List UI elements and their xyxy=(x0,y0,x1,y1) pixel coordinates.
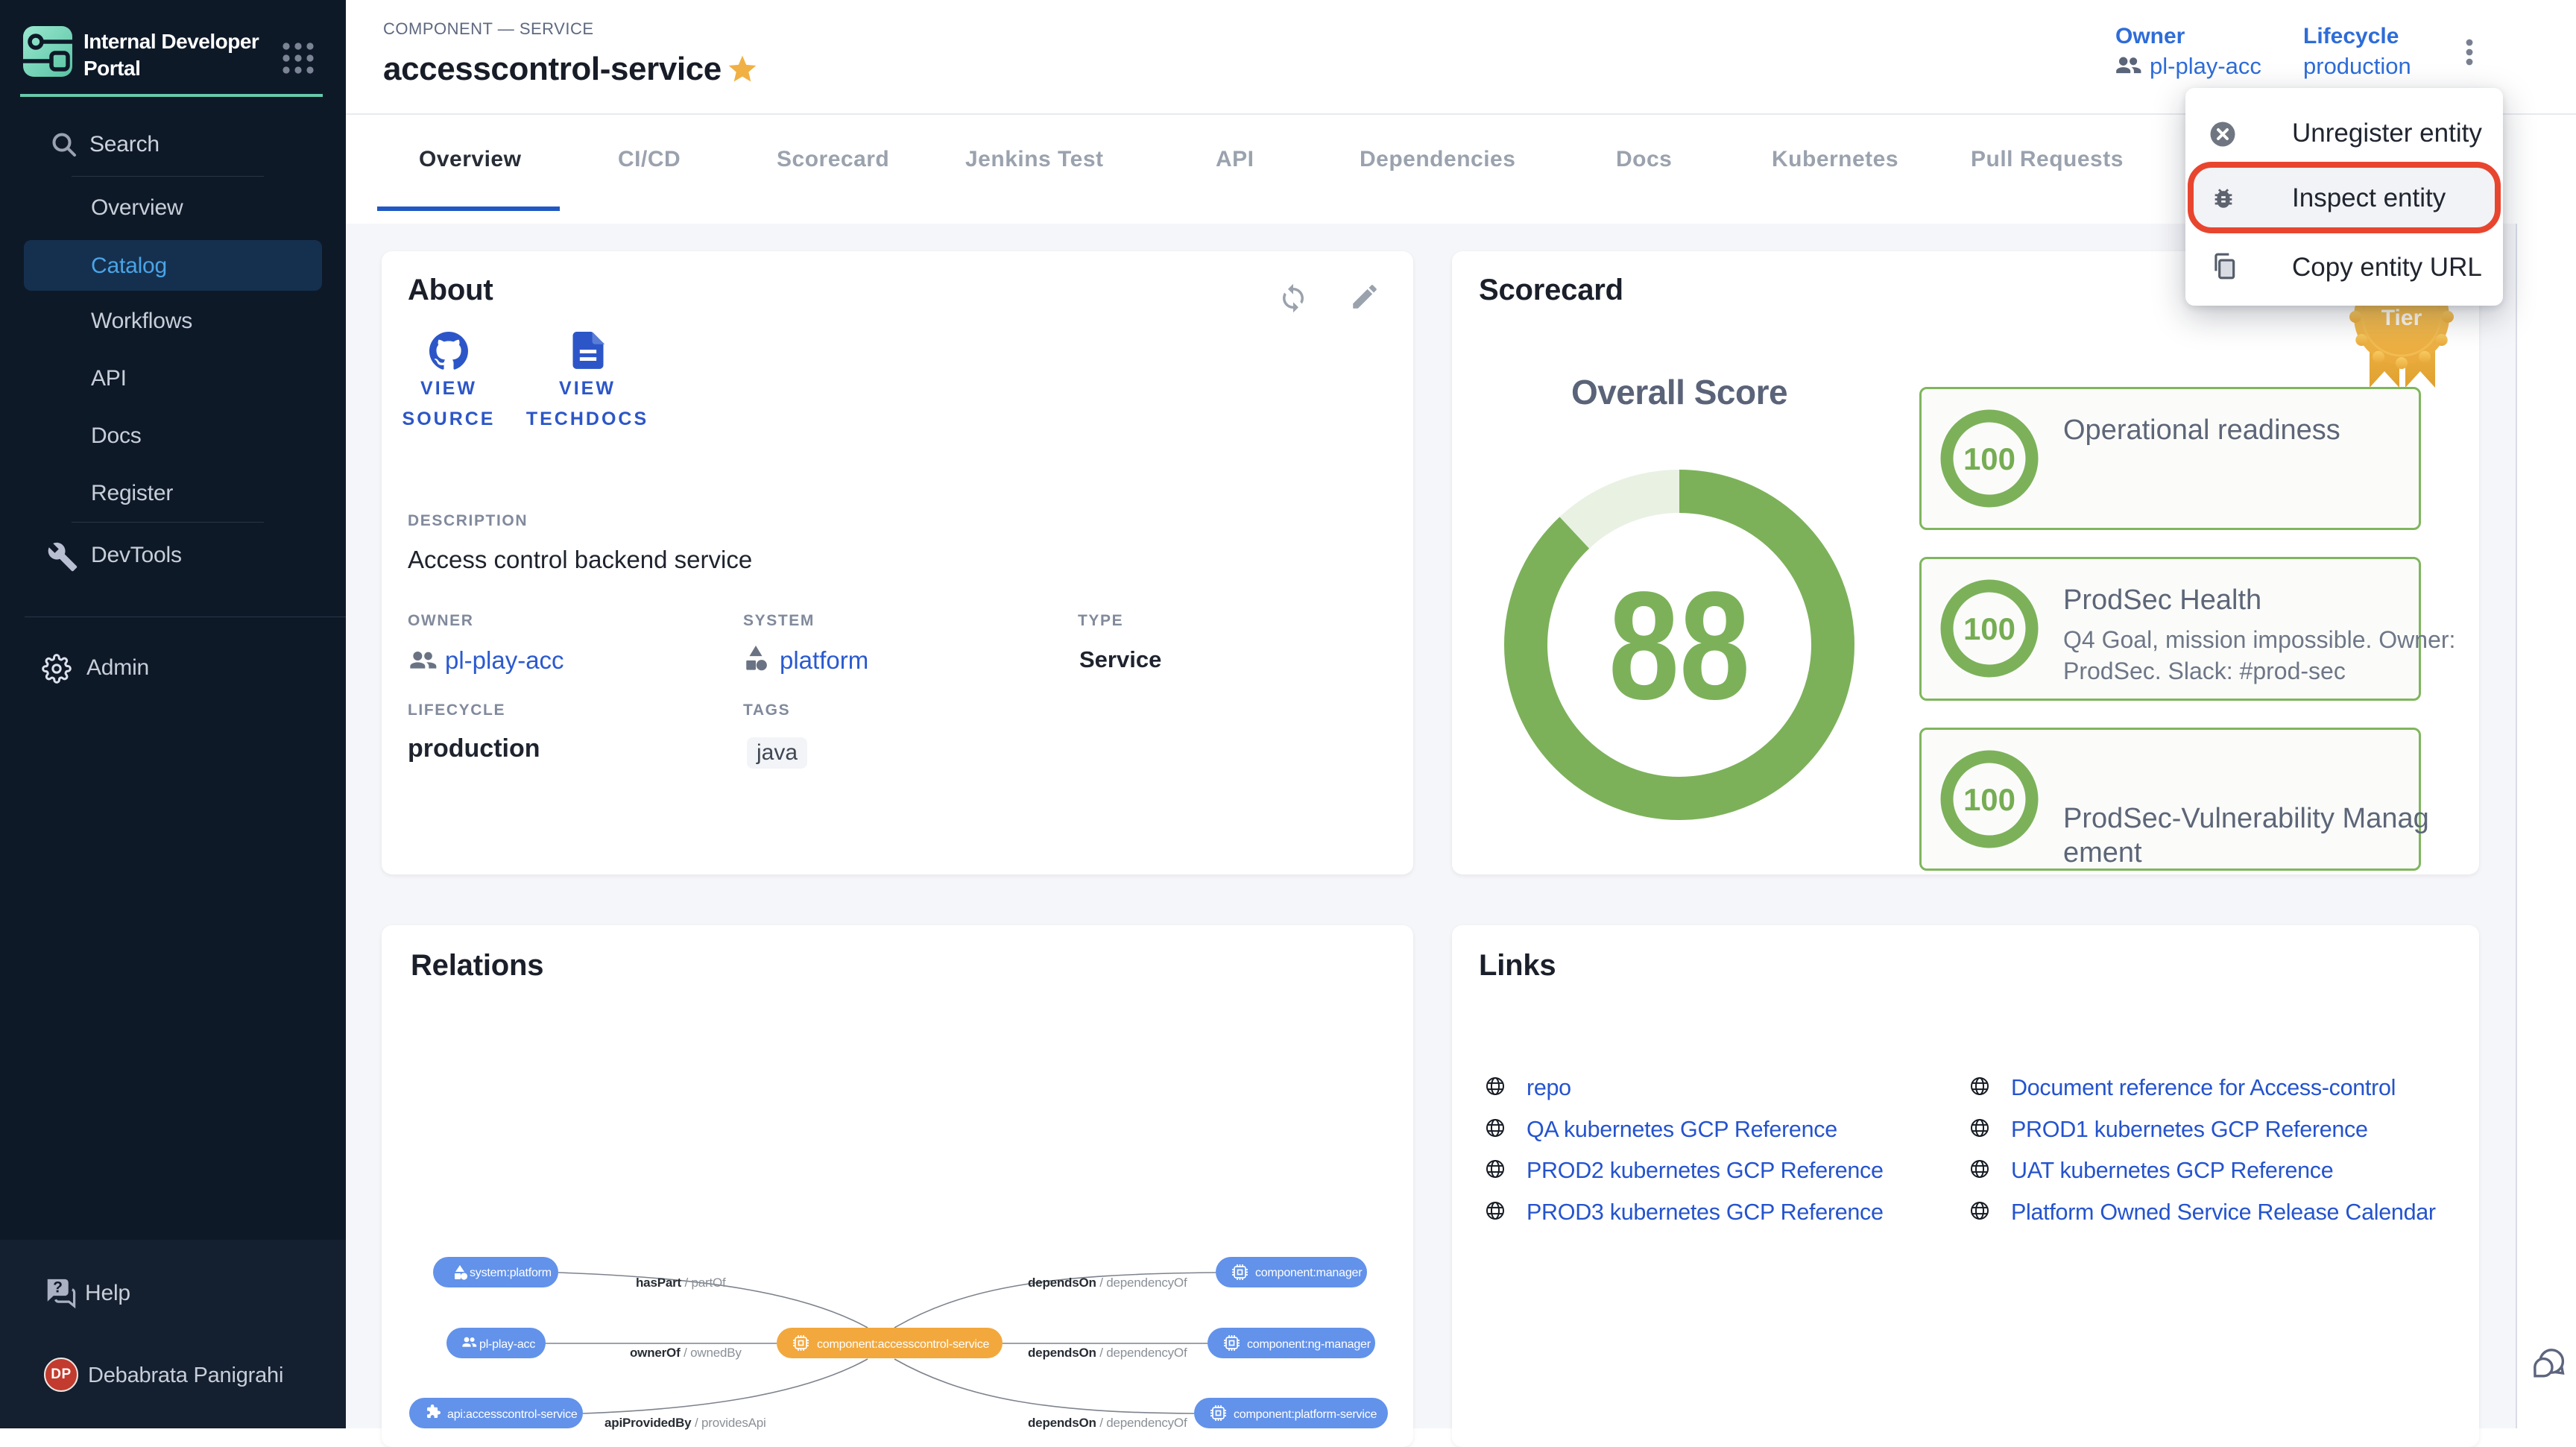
svg-text:PROD1 kubernetes GCP Reference: PROD1 kubernetes GCP Reference xyxy=(2011,1117,2368,1142)
svg-text:Document reference for Access-: Document reference for Access-control xyxy=(2011,1075,2396,1100)
svg-text:Tier: Tier xyxy=(2381,306,2422,330)
svg-text:PROD2 kubernetes GCP Reference: PROD2 kubernetes GCP Reference xyxy=(1527,1158,1884,1183)
svg-text:100: 100 xyxy=(1963,441,2015,476)
svg-text:Platform Owned Service Release: Platform Owned Service Release Calendar xyxy=(2011,1199,2436,1225)
svg-text:PROD3 kubernetes GCP Reference: PROD3 kubernetes GCP Reference xyxy=(1527,1199,1884,1225)
svg-text:QA kubernetes GCP Reference: QA kubernetes GCP Reference xyxy=(1527,1117,1837,1142)
svg-text:88: 88 xyxy=(1609,560,1750,731)
svg-text:hasPart / partOf: hasPart / partOf xyxy=(636,1276,726,1290)
svg-text:component:accesscontrol-servic: component:accesscontrol-service xyxy=(817,1338,990,1351)
svg-text:dependsOn / dependencyOf: dependsOn / dependencyOf xyxy=(1028,1276,1187,1290)
svg-text:component:ng-manager: component:ng-manager xyxy=(1247,1338,1371,1351)
svg-text:apiProvidedBy / providesApi: apiProvidedBy / providesApi xyxy=(604,1416,766,1430)
svg-text:dependsOn / dependencyOf: dependsOn / dependencyOf xyxy=(1028,1416,1187,1430)
svg-text:component:manager: component:manager xyxy=(1255,1267,1363,1279)
svg-text:component:platform-service: component:platform-service xyxy=(1234,1408,1377,1421)
svg-text:dependsOn / dependencyOf: dependsOn / dependencyOf xyxy=(1028,1346,1187,1360)
svg-text:api:accesscontrol-service: api:accesscontrol-service xyxy=(447,1408,578,1421)
svg-text:100: 100 xyxy=(1963,782,2015,817)
svg-text:?: ? xyxy=(53,1279,63,1296)
svg-text:repo: repo xyxy=(1527,1075,1571,1100)
svg-text:system:platform: system:platform xyxy=(470,1267,552,1279)
svg-text:ownerOf / ownedBy: ownerOf / ownedBy xyxy=(630,1346,742,1360)
svg-text:100: 100 xyxy=(1963,611,2015,646)
svg-text:pl-play-acc: pl-play-acc xyxy=(479,1338,535,1351)
svg-text:UAT kubernetes GCP Reference: UAT kubernetes GCP Reference xyxy=(2011,1158,2333,1183)
